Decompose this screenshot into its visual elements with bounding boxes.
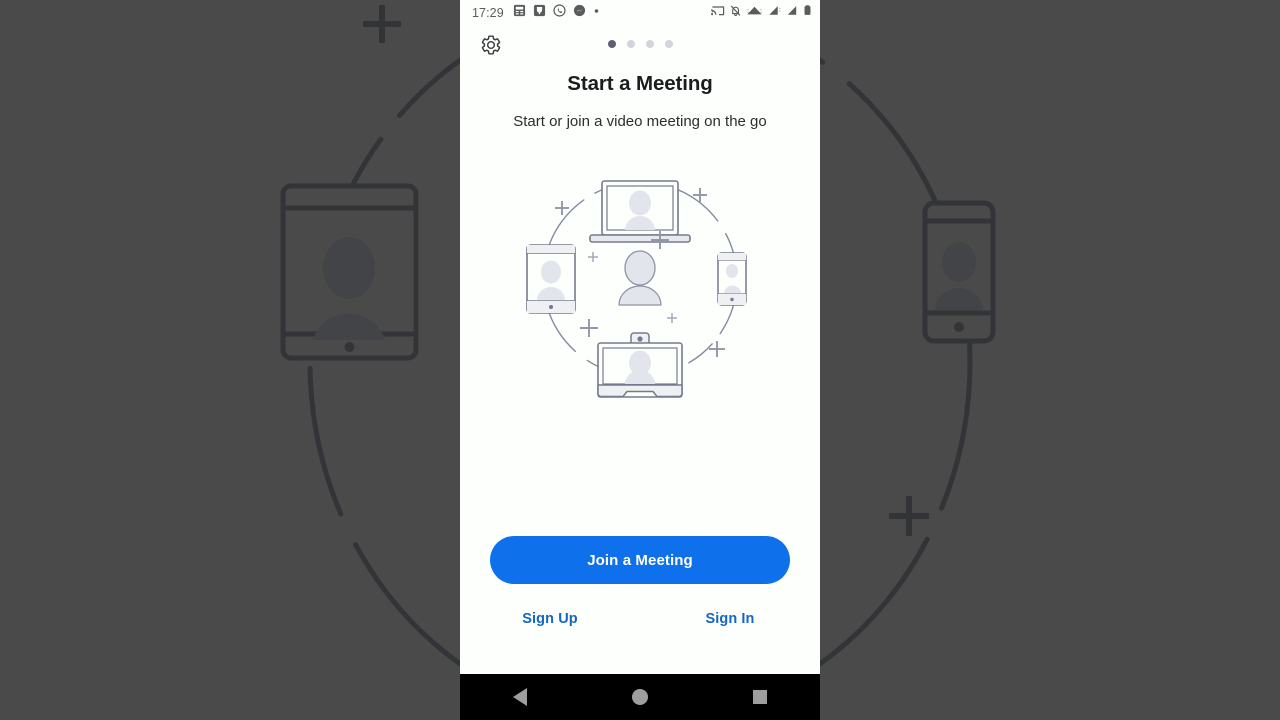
signal-sim2-icon (786, 4, 799, 22)
circle-home-icon (632, 689, 648, 705)
auth-links: Sign Up Sign In (460, 610, 820, 628)
battery-icon (803, 4, 812, 22)
sign-in-cell: Sign In (640, 610, 820, 628)
android-navigation-bar (460, 674, 820, 720)
notifications-muted-icon (729, 4, 742, 22)
status-bar-system-icons (711, 4, 812, 22)
screenshot-root: 17:29 Start a Meeting Start or join a vi… (0, 0, 1280, 720)
video-meeting-devices-illustration (460, 153, 820, 403)
status-bar: 17:29 (460, 0, 820, 26)
page-title: Start a Meeting (567, 72, 713, 95)
wifi-icon (746, 4, 763, 22)
recents-button[interactable] (734, 674, 786, 720)
onboarding-headings: Start a Meeting Start or join a video me… (460, 72, 820, 131)
more-notifications-dot-icon (593, 4, 600, 22)
page-subtitle: Start or join a video meeting on the go (513, 112, 767, 130)
app-notification-icon (533, 4, 546, 22)
sign-up-link[interactable]: Sign Up (522, 611, 577, 627)
whatsapp-icon (553, 4, 566, 22)
sign-in-link[interactable]: Sign In (705, 611, 754, 627)
app-top-bar (460, 26, 820, 72)
triangle-back-icon (513, 688, 527, 706)
messenger-icon (573, 4, 586, 22)
sign-up-cell: Sign Up (460, 610, 640, 628)
home-button[interactable] (614, 674, 666, 720)
phone-app-viewport: 17:29 Start a Meeting Start or join a vi… (460, 0, 820, 674)
join-a-meeting-button[interactable]: Join a Meeting (490, 536, 790, 584)
back-button[interactable] (494, 674, 546, 720)
signal-sim1-icon (767, 4, 782, 22)
square-recents-icon (753, 690, 767, 704)
status-bar-notification-icons (513, 4, 711, 22)
page-dot-3[interactable] (645, 40, 654, 48)
status-clock: 17:29 (472, 6, 504, 20)
page-dot-1[interactable] (607, 40, 616, 48)
page-dot-4[interactable] (664, 40, 673, 48)
page-dot-2[interactable] (626, 40, 635, 48)
page-indicator (460, 40, 820, 48)
primary-action-area: Join a Meeting (460, 536, 820, 584)
cast-icon (711, 4, 725, 22)
calculator-icon (513, 4, 526, 22)
